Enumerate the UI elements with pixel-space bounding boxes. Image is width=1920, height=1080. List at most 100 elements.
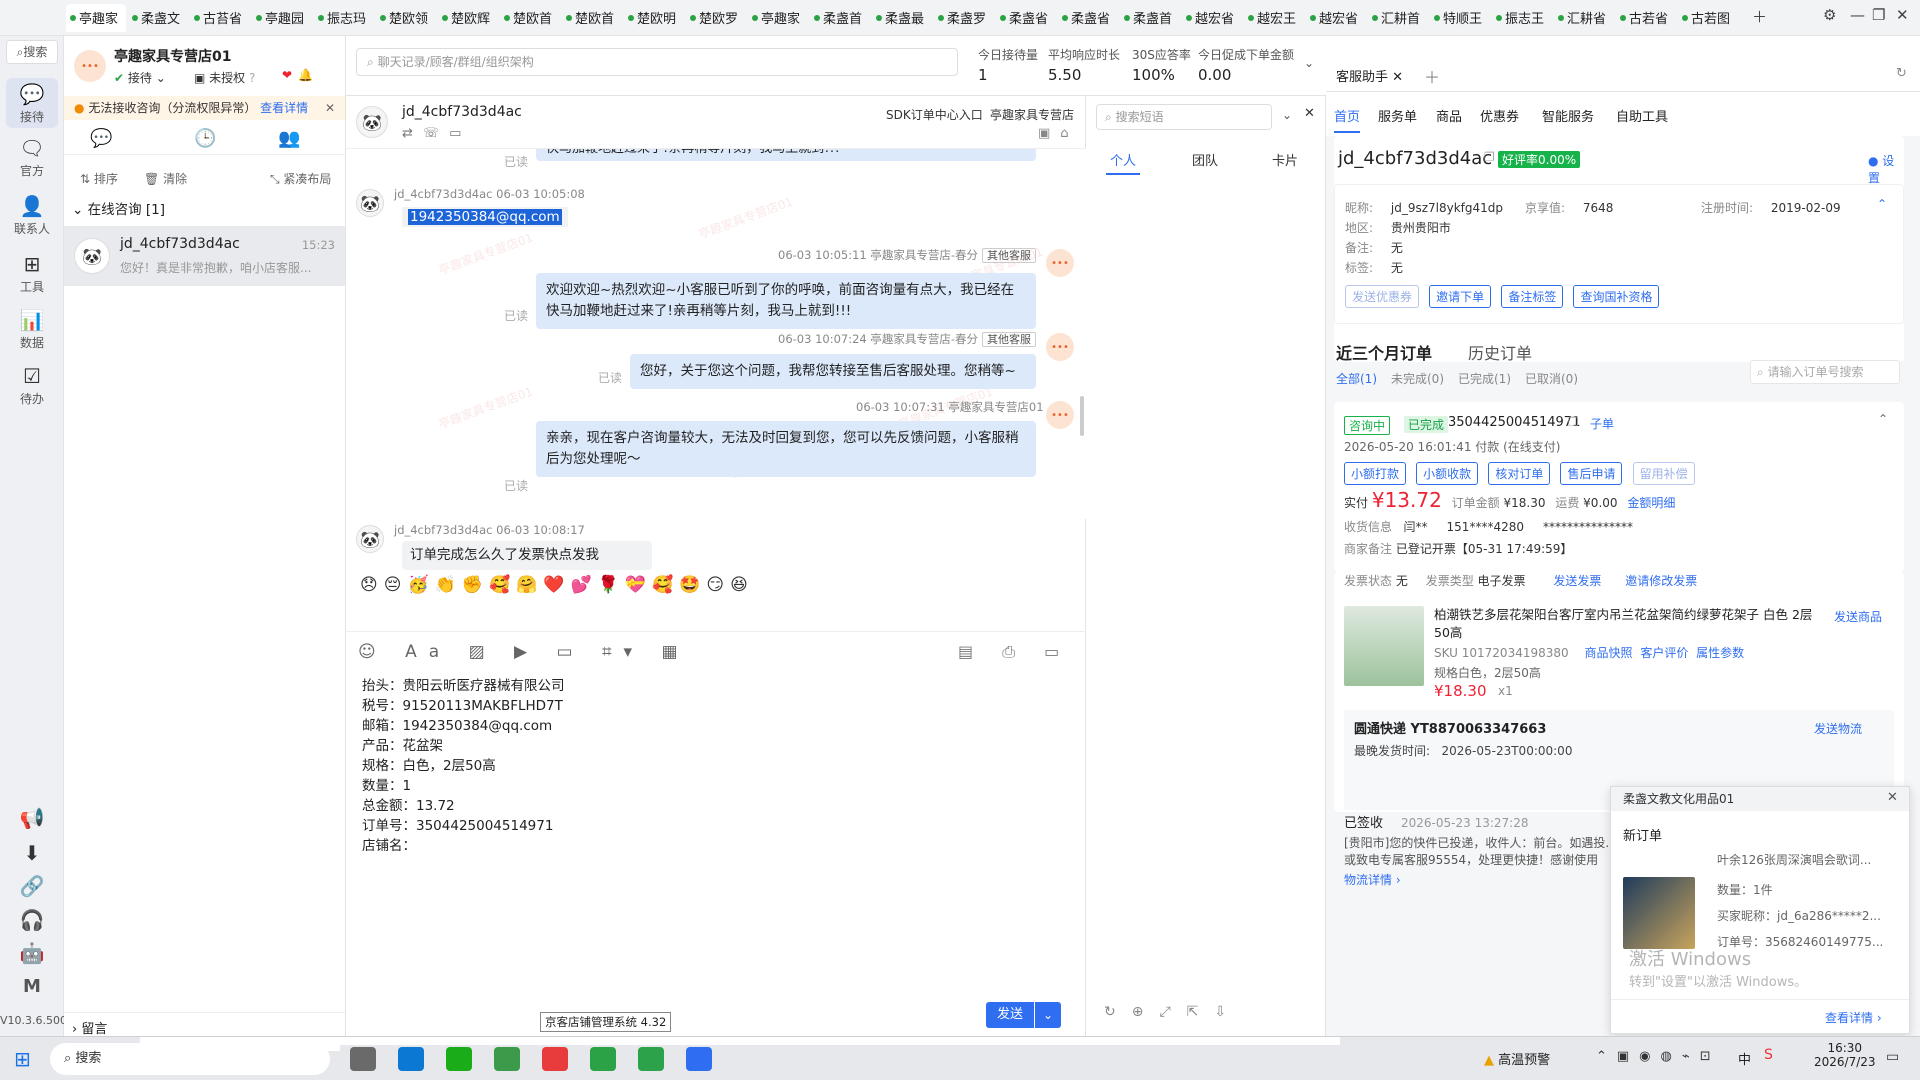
shop-tab[interactable]: 特顺王: [1430, 4, 1490, 32]
shop-tab[interactable]: 柔盏首: [1120, 4, 1180, 32]
app-icon-3[interactable]: [590, 1047, 616, 1071]
maximize-icon[interactable]: ❐: [1872, 6, 1885, 24]
group-icon[interactable]: 👥: [278, 128, 300, 149]
warning-link[interactable]: 查看详情: [260, 101, 308, 115]
assistant-nav-item[interactable]: 智能服务: [1542, 106, 1594, 125]
send-button[interactable]: 发送: [986, 1002, 1034, 1028]
shop-tab[interactable]: 柔盏最: [872, 4, 932, 32]
clock[interactable]: 16:30 2026/7/23: [1814, 1041, 1876, 1069]
chat-bubble-icon[interactable]: 💬: [90, 128, 112, 149]
order-filter[interactable]: 已完成(1): [1458, 372, 1511, 386]
bell-icon[interactable]: 🔔: [298, 68, 313, 82]
copy-order-icon[interactable]: ❐: [1568, 415, 1579, 429]
heart-icon[interactable]: ❤: [282, 68, 292, 82]
edge-icon[interactable]: [398, 1047, 424, 1071]
minimize-icon[interactable]: —: [1850, 6, 1865, 24]
phrase-footer-tools[interactable]: ↻⊕⤢⇱⇩: [1104, 1004, 1242, 1020]
order-filter[interactable]: 未完成(0): [1391, 372, 1444, 386]
emoji-item[interactable]: 😏: [706, 575, 730, 595]
shop-tab[interactable]: 亭趣园: [252, 4, 312, 32]
close-notification-icon[interactable]: ✕: [1887, 790, 1898, 805]
nav-tools[interactable]: ⊞ 工具: [0, 252, 64, 295]
send-product-link[interactable]: 发送商品: [1834, 608, 1882, 625]
chat-header-tools[interactable]: ⇄☏▭: [402, 126, 471, 141]
emoji-item[interactable]: ❤️: [543, 575, 570, 595]
send-logistics-link[interactable]: 发送物流: [1814, 720, 1862, 737]
bot-icon[interactable]: 🤖: [0, 941, 64, 967]
refresh-icon[interactable]: ↻: [1896, 66, 1907, 81]
emoji-item[interactable]: 😆: [730, 575, 754, 595]
order-filter[interactable]: 已取消(0): [1525, 372, 1578, 386]
message-input[interactable]: 抬头：贵阳云昕医疗器械有限公司 税号：91520113MAKBFLHD7T 邮箱：1…: [362, 676, 1062, 856]
sort-button[interactable]: ⇅ 排序: [80, 170, 118, 187]
link-icon[interactable]: 🔗: [0, 874, 64, 900]
sogou-icon[interactable]: S: [1764, 1047, 1773, 1063]
emoji-item[interactable]: 👏: [435, 575, 462, 595]
nav-reception[interactable]: 💬 接待: [6, 78, 58, 128]
weather-alert[interactable]: ▲ 高温预警: [1484, 1049, 1550, 1068]
shop-tab[interactable]: 楚欧明: [624, 4, 684, 32]
shop-tab[interactable]: 楚欧首: [500, 4, 560, 32]
sdk-entry-link[interactable]: SDK订单中心入口: [886, 106, 983, 123]
shop-tab[interactable]: 亭趣家: [66, 3, 126, 32]
shop-tab[interactable]: 楚欧首: [562, 4, 622, 32]
shop-tab[interactable]: 汇耕首: [1368, 4, 1428, 32]
shop-tab[interactable]: 振志王: [1492, 4, 1552, 32]
shop-tab[interactable]: 古若图: [1678, 4, 1738, 32]
emoji-item[interactable]: 😔: [384, 575, 408, 595]
phrase-tab-card[interactable]: 卡片: [1272, 150, 1298, 169]
emoji-item[interactable]: ✊: [462, 575, 489, 595]
shop-tab[interactable]: 古苔省: [190, 4, 250, 32]
small-collect-button[interactable]: 小额收款: [1416, 462, 1479, 485]
history-icon[interactable]: 🕒: [194, 128, 216, 149]
shop-tab[interactable]: 楚欧辉: [438, 4, 498, 32]
send-options-icon[interactable]: ⌄: [1035, 1002, 1061, 1028]
assistant-nav-item[interactable]: 首页: [1334, 106, 1361, 133]
tray-icons[interactable]: ⌃▣◉◍⌁⊡: [1596, 1049, 1721, 1064]
announce-icon[interactable]: 📢: [0, 806, 64, 832]
shop-tab[interactable]: 汇耕省: [1554, 4, 1614, 32]
track-detail-link[interactable]: 物流详情 ›: [1344, 871, 1624, 888]
shop-tab[interactable]: 柔盏省: [1058, 4, 1118, 32]
m-icon[interactable]: M: [0, 976, 64, 997]
order-filter[interactable]: 全部(1): [1336, 372, 1377, 386]
shop-tab[interactable]: 柔盏首: [810, 4, 870, 32]
shop-tab[interactable]: 振志玛: [314, 4, 374, 32]
expand-stats-icon[interactable]: ⌄: [1304, 56, 1314, 70]
shop-tab[interactable]: 楚欧罗: [686, 4, 746, 32]
add-tab-icon[interactable]: ＋: [1752, 6, 1767, 27]
compensation-button[interactable]: 留用补偿: [1632, 462, 1695, 485]
emoji-item[interactable]: 🤗: [516, 575, 543, 595]
collapse-order-icon[interactable]: ⌃: [1878, 412, 1888, 426]
order-search-input[interactable]: ⌕ 请输入订单号搜索: [1750, 360, 1900, 384]
status-dropdown[interactable]: ✔ 接待 ⌄: [114, 69, 166, 86]
download-icon[interactable]: ⬇: [0, 841, 64, 867]
send-invoice-link[interactable]: 发送发票: [1553, 574, 1601, 588]
nav-data[interactable]: 📊 数据: [0, 308, 64, 351]
invite-order-button[interactable]: 邀请下单: [1429, 285, 1492, 308]
small-pay-button[interactable]: 小额打款: [1344, 462, 1407, 485]
assistant-nav-item[interactable]: 商品: [1436, 106, 1462, 125]
phrase-tab-team[interactable]: 团队: [1192, 150, 1218, 169]
shop-tab[interactable]: 越宏省: [1182, 4, 1242, 32]
emoji-item[interactable]: 🥰: [652, 575, 679, 595]
compact-layout-button[interactable]: ⤡ 紧凑布局: [270, 170, 331, 187]
emoji-bar[interactable]: 😞😔🥳👏✊🥰🤗❤️💕🌹💝🥰🤩😏😆: [360, 575, 754, 595]
product-title[interactable]: 柏潮铁艺多层花架阳台客厅室内吊兰花盆架简约绿萝花架子 白色 2层50高: [1434, 606, 1814, 642]
phrase-search-input[interactable]: ⌕ 搜索短语: [1096, 104, 1272, 130]
shop-tab[interactable]: 越宏王: [1244, 4, 1304, 32]
phrase-tab-personal[interactable]: 个人: [1106, 150, 1141, 175]
add-panel-icon[interactable]: ＋: [1424, 64, 1440, 88]
message-email[interactable]: 1942350384@qq.com: [402, 207, 568, 227]
amount-detail-link[interactable]: 金额明细: [1627, 496, 1675, 510]
global-search-input[interactable]: ⌕ 聊天记录/顾客/群组/组织架构: [356, 48, 958, 76]
nav-search[interactable]: ⌕搜索: [6, 40, 58, 64]
message-board[interactable]: › 留言: [72, 1018, 107, 1037]
shop-tab[interactable]: 楚欧领: [376, 4, 436, 32]
emoji-item[interactable]: 😞: [360, 575, 384, 595]
modify-invoice-link[interactable]: 邀请修改发票: [1625, 574, 1697, 588]
app-icon-4[interactable]: [638, 1047, 664, 1071]
app-icon-1[interactable]: [494, 1047, 520, 1071]
after-sale-button[interactable]: 售后申请: [1560, 462, 1623, 485]
ime-indicator[interactable]: 中: [1738, 1049, 1751, 1068]
